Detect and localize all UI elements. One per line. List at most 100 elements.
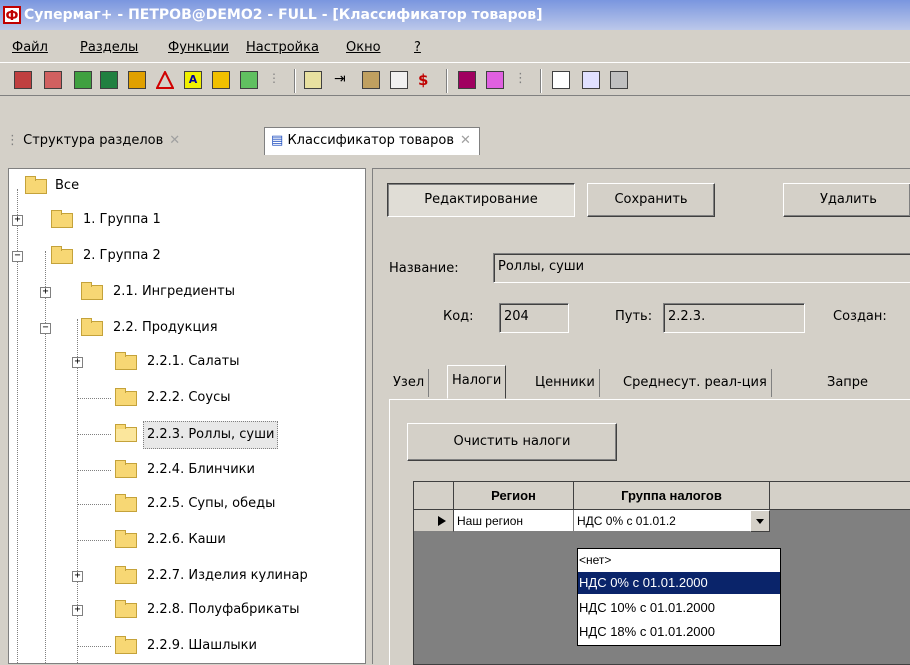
tree-item-label: 2. Группа 2 [83,248,161,263]
tree-item-label: 2.2.6. Каши [147,532,226,547]
tree-line [77,470,111,471]
tree-line [45,251,46,663]
column-header-region[interactable]: Регион [454,482,574,510]
toolbar-separator [540,69,542,93]
tree-item-label: 2.2.4. Блинчики [147,462,255,477]
tab-label: Структура разделов [23,133,164,148]
dropdown-option-selected[interactable]: НДС 0% с 01.01.2000 [578,572,780,594]
expand-icon[interactable]: + [72,571,83,582]
folder-icon [115,566,137,584]
tree-item-label: 1. Группа 1 [83,212,161,227]
tab-avg-daily-sales[interactable]: Среднесут. реал-ция [619,369,772,397]
dropdown-option[interactable]: НДС 10% с 01.01.2000 [578,597,780,619]
text-a-icon[interactable]: A [184,71,202,89]
tree-icon[interactable]: ⋮ [268,71,286,89]
arrows-icon[interactable]: ⇥ [334,71,352,89]
path-field[interactable]: 2.2.3. [663,303,805,333]
truck-icon[interactable] [458,71,476,89]
toolbar-separator [446,69,448,93]
tree-item-label: 2.2.3. Роллы, суши [143,421,279,449]
pen-icon[interactable] [362,71,380,89]
folder-icon [115,494,137,512]
dropdown-option[interactable]: НДС 18% с 01.01.2000 [578,621,780,643]
copy-icon[interactable] [552,71,570,89]
created-label: Создан: [833,309,887,324]
dropdown-button[interactable] [750,510,770,532]
money-doc-icon[interactable] [74,71,92,89]
toolbar: A ⋮ ⇥ $ ⋮ [0,62,910,96]
expand-icon[interactable]: + [12,215,23,226]
tab-label: Классификатор товаров [287,133,454,148]
save-button[interactable]: Сохранить [587,183,715,217]
collapse-icon[interactable]: − [12,251,23,262]
menu-functions[interactable]: Функции [168,40,229,55]
menu-bar: Файл Разделы Функции Настройка Окно ? [0,34,910,62]
folder-icon [25,176,47,194]
tree-line [77,504,111,505]
tax-group-dropdown-list[interactable]: <нет> НДС 0% с 01.01.2000 НДС 10% с 01.0… [577,548,781,646]
menu-window[interactable]: Окно [346,40,381,55]
doc-list-icon[interactable] [304,71,322,89]
window-title-bar: Супермаг+ - ПЕТРОВ@DEMO2 - FULL - [Класс… [0,0,910,30]
collapse-icon[interactable]: − [40,323,51,334]
category-tree[interactable]: Все + 1. Группа 1 − 2. Группа 2 + 2.1. И… [8,168,366,664]
name-field[interactable]: Роллы, суши [493,253,910,283]
calc-doc-icon[interactable] [128,71,146,89]
dollar-icon[interactable]: $ [418,71,436,89]
folder-icon [115,636,137,654]
folder-icon [115,600,137,618]
folder-icon [115,388,137,406]
close-icon[interactable]: ✕ [460,133,471,148]
write-icon[interactable] [390,71,408,89]
open-folder-icon [115,424,137,442]
percent-icon[interactable] [212,71,230,89]
expand-icon[interactable]: + [40,287,51,298]
tab-node[interactable]: Узел [389,369,430,397]
expand-icon[interactable]: + [72,605,83,616]
report-icon[interactable] [14,71,32,89]
tab-goods-classifier[interactable]: ▤ Классификатор товаров ✕ [264,127,480,155]
empty-header [770,482,910,510]
tree-item-label: 2.2.7. Изделия кулинар [147,568,308,583]
tree-item-label: 2.2.9. Шашлыки [147,638,257,653]
report2-icon[interactable] [44,71,62,89]
table-doc-icon[interactable] [100,71,118,89]
tree-line [77,434,111,435]
edit-icon[interactable] [240,71,258,89]
current-row-icon [438,516,446,526]
tab-restrictions[interactable]: Запре [823,369,872,397]
tab-taxes[interactable]: Налоги [447,365,507,399]
cell-region[interactable]: Наш регион [454,510,574,532]
edit-button[interactable]: Редактирование [387,183,575,217]
window-title: Супермаг+ - ПЕТРОВ@DEMO2 - FULL - [Класс… [24,7,543,23]
columns-icon[interactable] [610,71,628,89]
close-icon[interactable]: ✕ [169,133,180,148]
branch-icon[interactable] [486,71,504,89]
folder-icon [51,210,73,228]
tab-section-structure[interactable]: ⋮ Структура разделов ✕ [6,128,180,154]
triangle-icon[interactable] [155,69,175,89]
menu-sections[interactable]: Разделы [80,40,138,55]
chevron-down-icon [756,519,764,524]
folder-icon [81,282,103,300]
cell-tax-group[interactable]: НДС 0% с 01.01.2 [574,510,750,532]
menu-settings[interactable]: Настройка [246,40,319,55]
name-label: Название: [389,261,459,276]
clear-taxes-button[interactable]: Очистить налоги [407,423,617,461]
code-label: Код: [443,309,474,324]
folder-icon [115,530,137,548]
grid-icon[interactable] [582,71,600,89]
column-header-tax-group[interactable]: Группа налогов [574,482,770,510]
menu-help[interactable]: ? [414,40,421,55]
folder-icon [115,460,137,478]
delete-button[interactable]: Удалить [783,183,910,217]
tree2-icon[interactable]: ⋮ [514,71,532,89]
menu-file[interactable]: Файл [12,40,48,55]
tree-line [77,646,111,647]
dropdown-option[interactable]: <нет> [578,549,780,571]
tree-item-label: 2.2.5. Супы, обеды [147,496,276,511]
folder-icon [51,246,73,264]
tab-price-tags[interactable]: Ценники [531,369,600,397]
code-field[interactable]: 204 [499,303,569,333]
expand-icon[interactable]: + [72,357,83,368]
